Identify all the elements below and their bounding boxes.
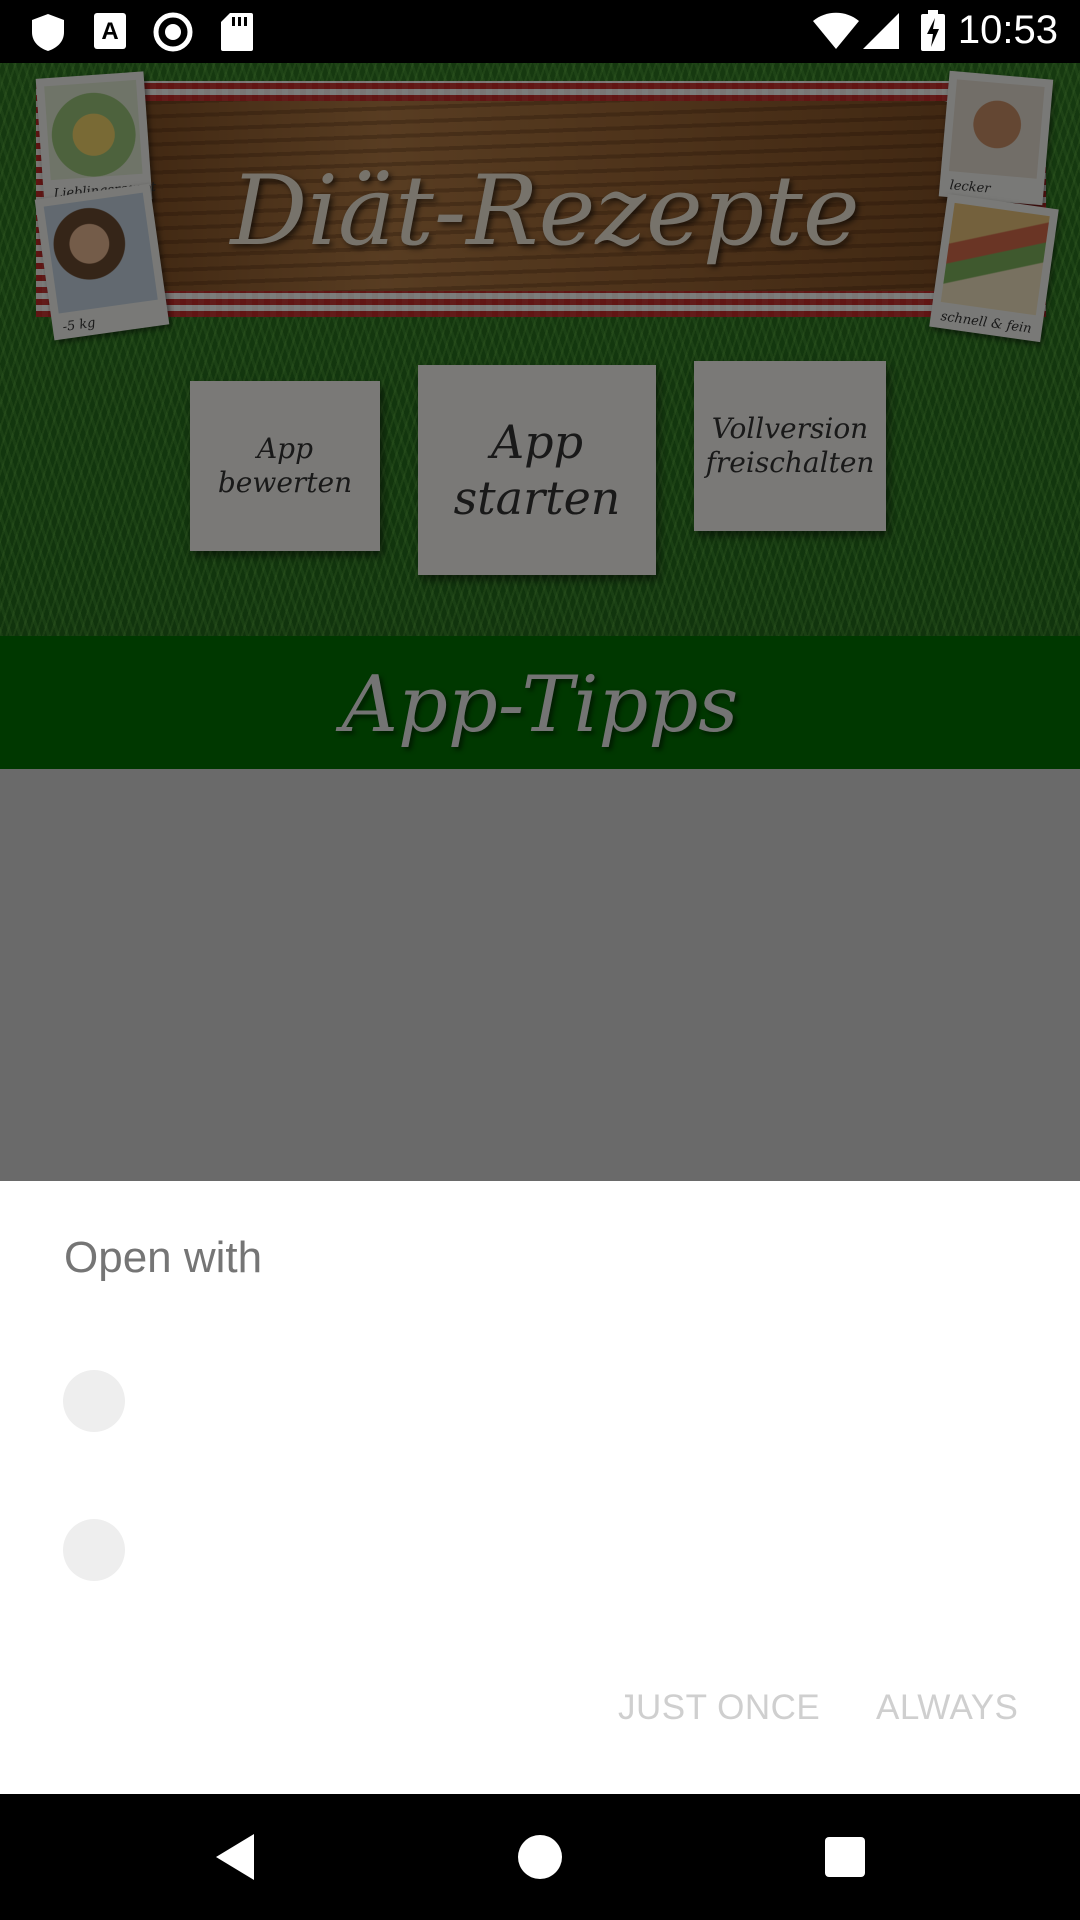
sd-card-icon <box>220 12 254 57</box>
navigation-bar <box>0 1794 1080 1920</box>
dialog-scrim[interactable] <box>0 63 1080 1181</box>
back-icon[interactable] <box>216 1834 254 1880</box>
font-a-icon: A <box>93 12 127 55</box>
wifi-icon <box>812 12 860 55</box>
dialog-title: Open with <box>64 1233 263 1282</box>
home-icon[interactable] <box>518 1835 562 1879</box>
recents-icon[interactable] <box>825 1837 865 1877</box>
svg-text:A: A <box>101 18 118 45</box>
app-placeholder-icon <box>63 1519 125 1581</box>
app-chooser-item[interactable] <box>0 1327 1080 1475</box>
battery-charging-icon <box>920 10 946 57</box>
app-placeholder-icon <box>63 1370 125 1432</box>
just-once-button[interactable]: JUST ONCE <box>618 1688 820 1728</box>
always-button[interactable]: ALWAYS <box>876 1688 1018 1728</box>
app-chooser-item[interactable] <box>0 1476 1080 1624</box>
status-bar: A 10:53 <box>0 0 1080 63</box>
record-icon <box>153 12 193 57</box>
cell-signal-icon <box>862 12 900 55</box>
status-time: 10:53 <box>957 8 1058 52</box>
open-with-dialog: Open with JUST ONCE ALWAYS <box>0 1181 1080 1794</box>
shield-icon <box>30 12 66 57</box>
